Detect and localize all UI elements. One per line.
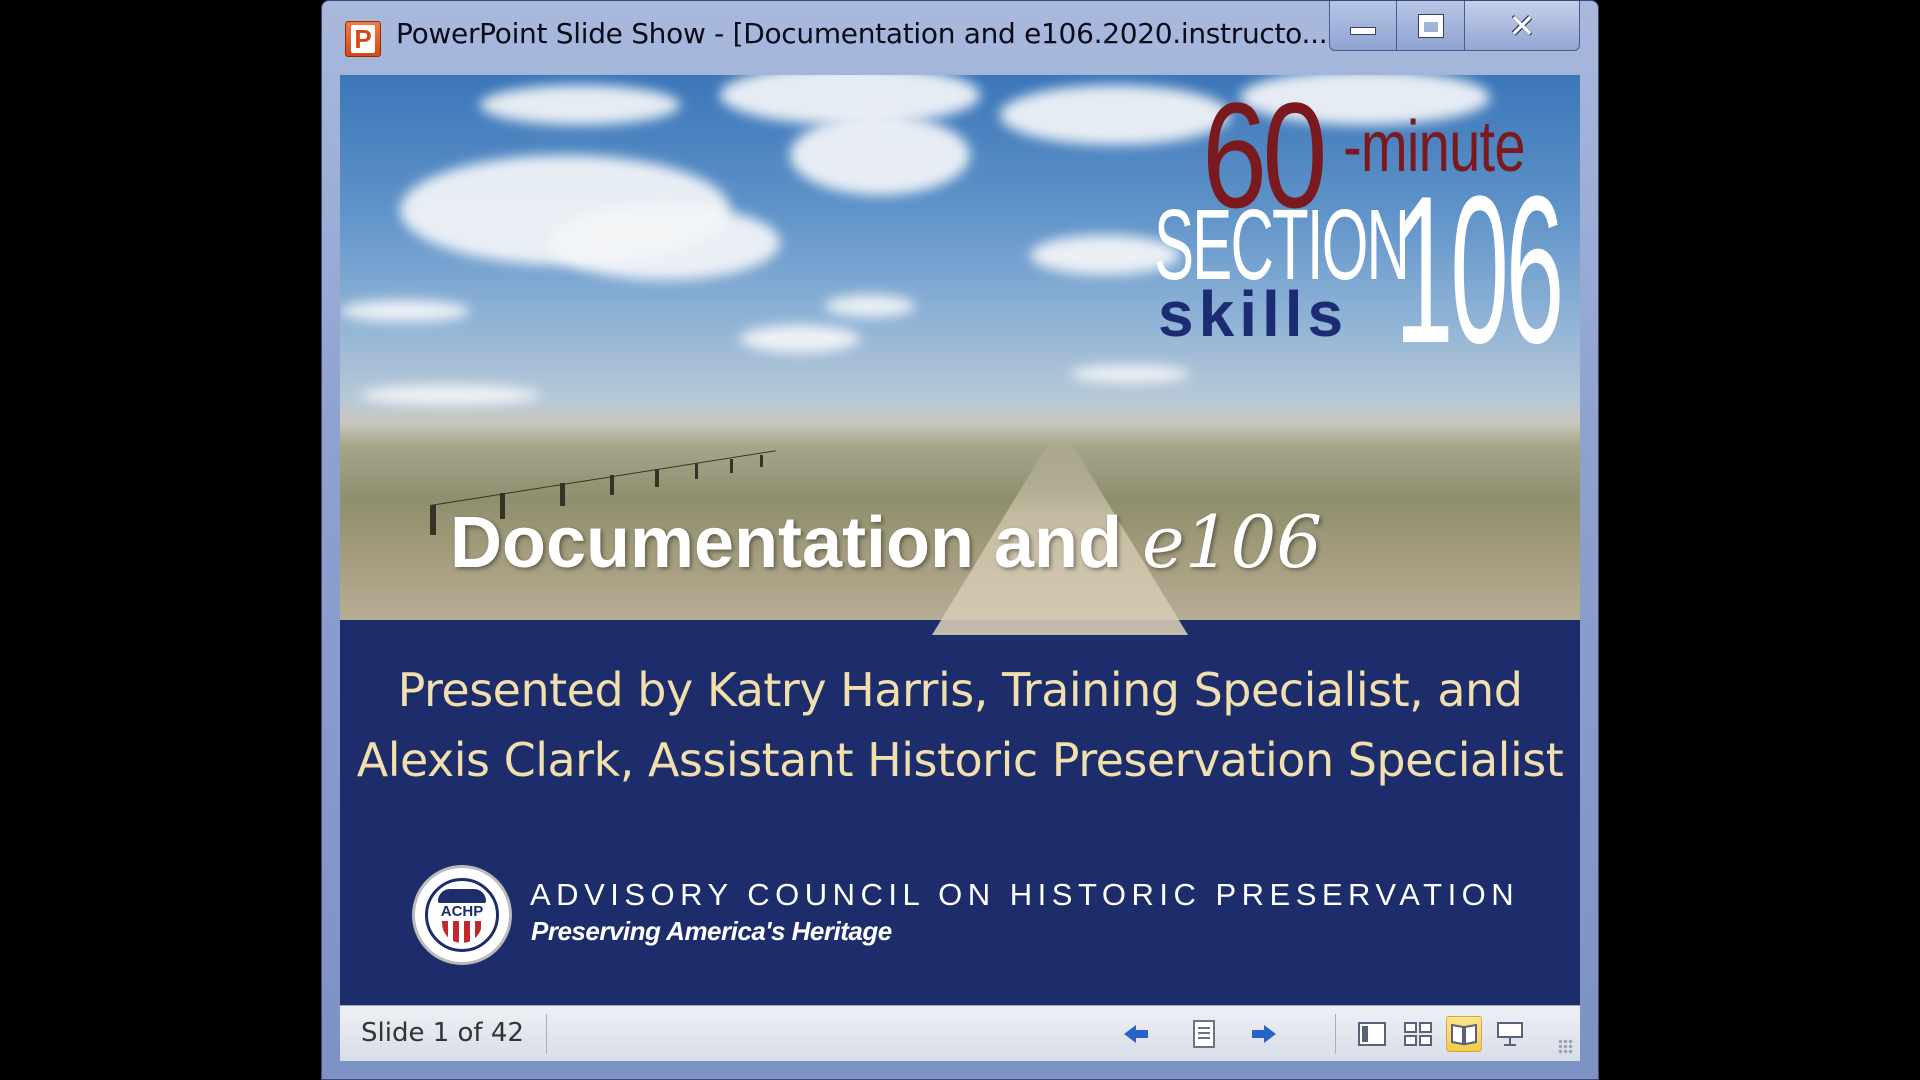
slide-canvas[interactable]: 60 -minute SECTION 106 skills Documentat…	[340, 75, 1580, 1005]
minimize-icon	[1350, 26, 1376, 35]
slide-show-button[interactable]	[1492, 1016, 1528, 1052]
previous-arrow-icon	[1122, 1025, 1150, 1043]
slide-sorter-button[interactable]	[1400, 1016, 1436, 1052]
status-bar: Slide 1 of 42	[340, 1005, 1580, 1061]
reading-view-button[interactable]	[1446, 1016, 1482, 1052]
slide-title: Documentation and e106	[450, 500, 1322, 584]
resize-grip[interactable]	[1558, 1039, 1574, 1055]
menu-icon	[1193, 1020, 1215, 1048]
slide-show-icon	[1497, 1022, 1523, 1046]
brand-skills: skills	[1158, 278, 1349, 350]
normal-view-button[interactable]	[1354, 1016, 1390, 1052]
organization-name: ADVISORY COUNCIL ON HISTORIC PRESERVATIO…	[530, 877, 1520, 912]
status-divider	[546, 1014, 547, 1054]
status-divider	[1335, 1014, 1336, 1054]
normal-view-icon	[1358, 1022, 1386, 1046]
brand-106: 106	[1395, 152, 1564, 387]
powerpoint-app-icon[interactable]: P	[345, 21, 381, 57]
organization-tagline: Preserving America's Heritage	[531, 916, 892, 946]
title-bar[interactable]: P PowerPoint Slide Show - [Documentation…	[322, 1, 1598, 73]
presenter-credits: Presented by Katry Harris, Training Spec…	[340, 655, 1580, 795]
next-slide-button[interactable]	[1246, 1016, 1282, 1052]
maximize-icon	[1417, 13, 1444, 38]
minimize-button[interactable]	[1329, 1, 1397, 51]
slide-indicator: Slide 1 of 42	[361, 1018, 524, 1048]
maximize-button[interactable]	[1397, 1, 1465, 51]
slide-title-main: Documentation and	[450, 503, 1123, 583]
close-button[interactable]: ✕	[1465, 1, 1580, 51]
slide-sorter-icon	[1404, 1022, 1432, 1046]
presenter-line-1: Presented by Katry Harris, Training Spec…	[397, 663, 1523, 717]
slide-menu-button[interactable]	[1186, 1016, 1222, 1052]
achp-seal-logo: ACHP	[412, 865, 512, 965]
next-arrow-icon	[1250, 1025, 1278, 1043]
window-controls: ✕	[1329, 1, 1580, 51]
reading-view-icon	[1451, 1023, 1477, 1046]
slide-title-emphasis: e106	[1142, 500, 1323, 584]
close-icon: ✕	[1508, 6, 1536, 45]
previous-slide-button[interactable]	[1118, 1016, 1154, 1052]
presenter-line-2: Alexis Clark, Assistant Historic Preserv…	[356, 733, 1564, 787]
window-title: PowerPoint Slide Show - [Documentation a…	[396, 17, 1328, 50]
